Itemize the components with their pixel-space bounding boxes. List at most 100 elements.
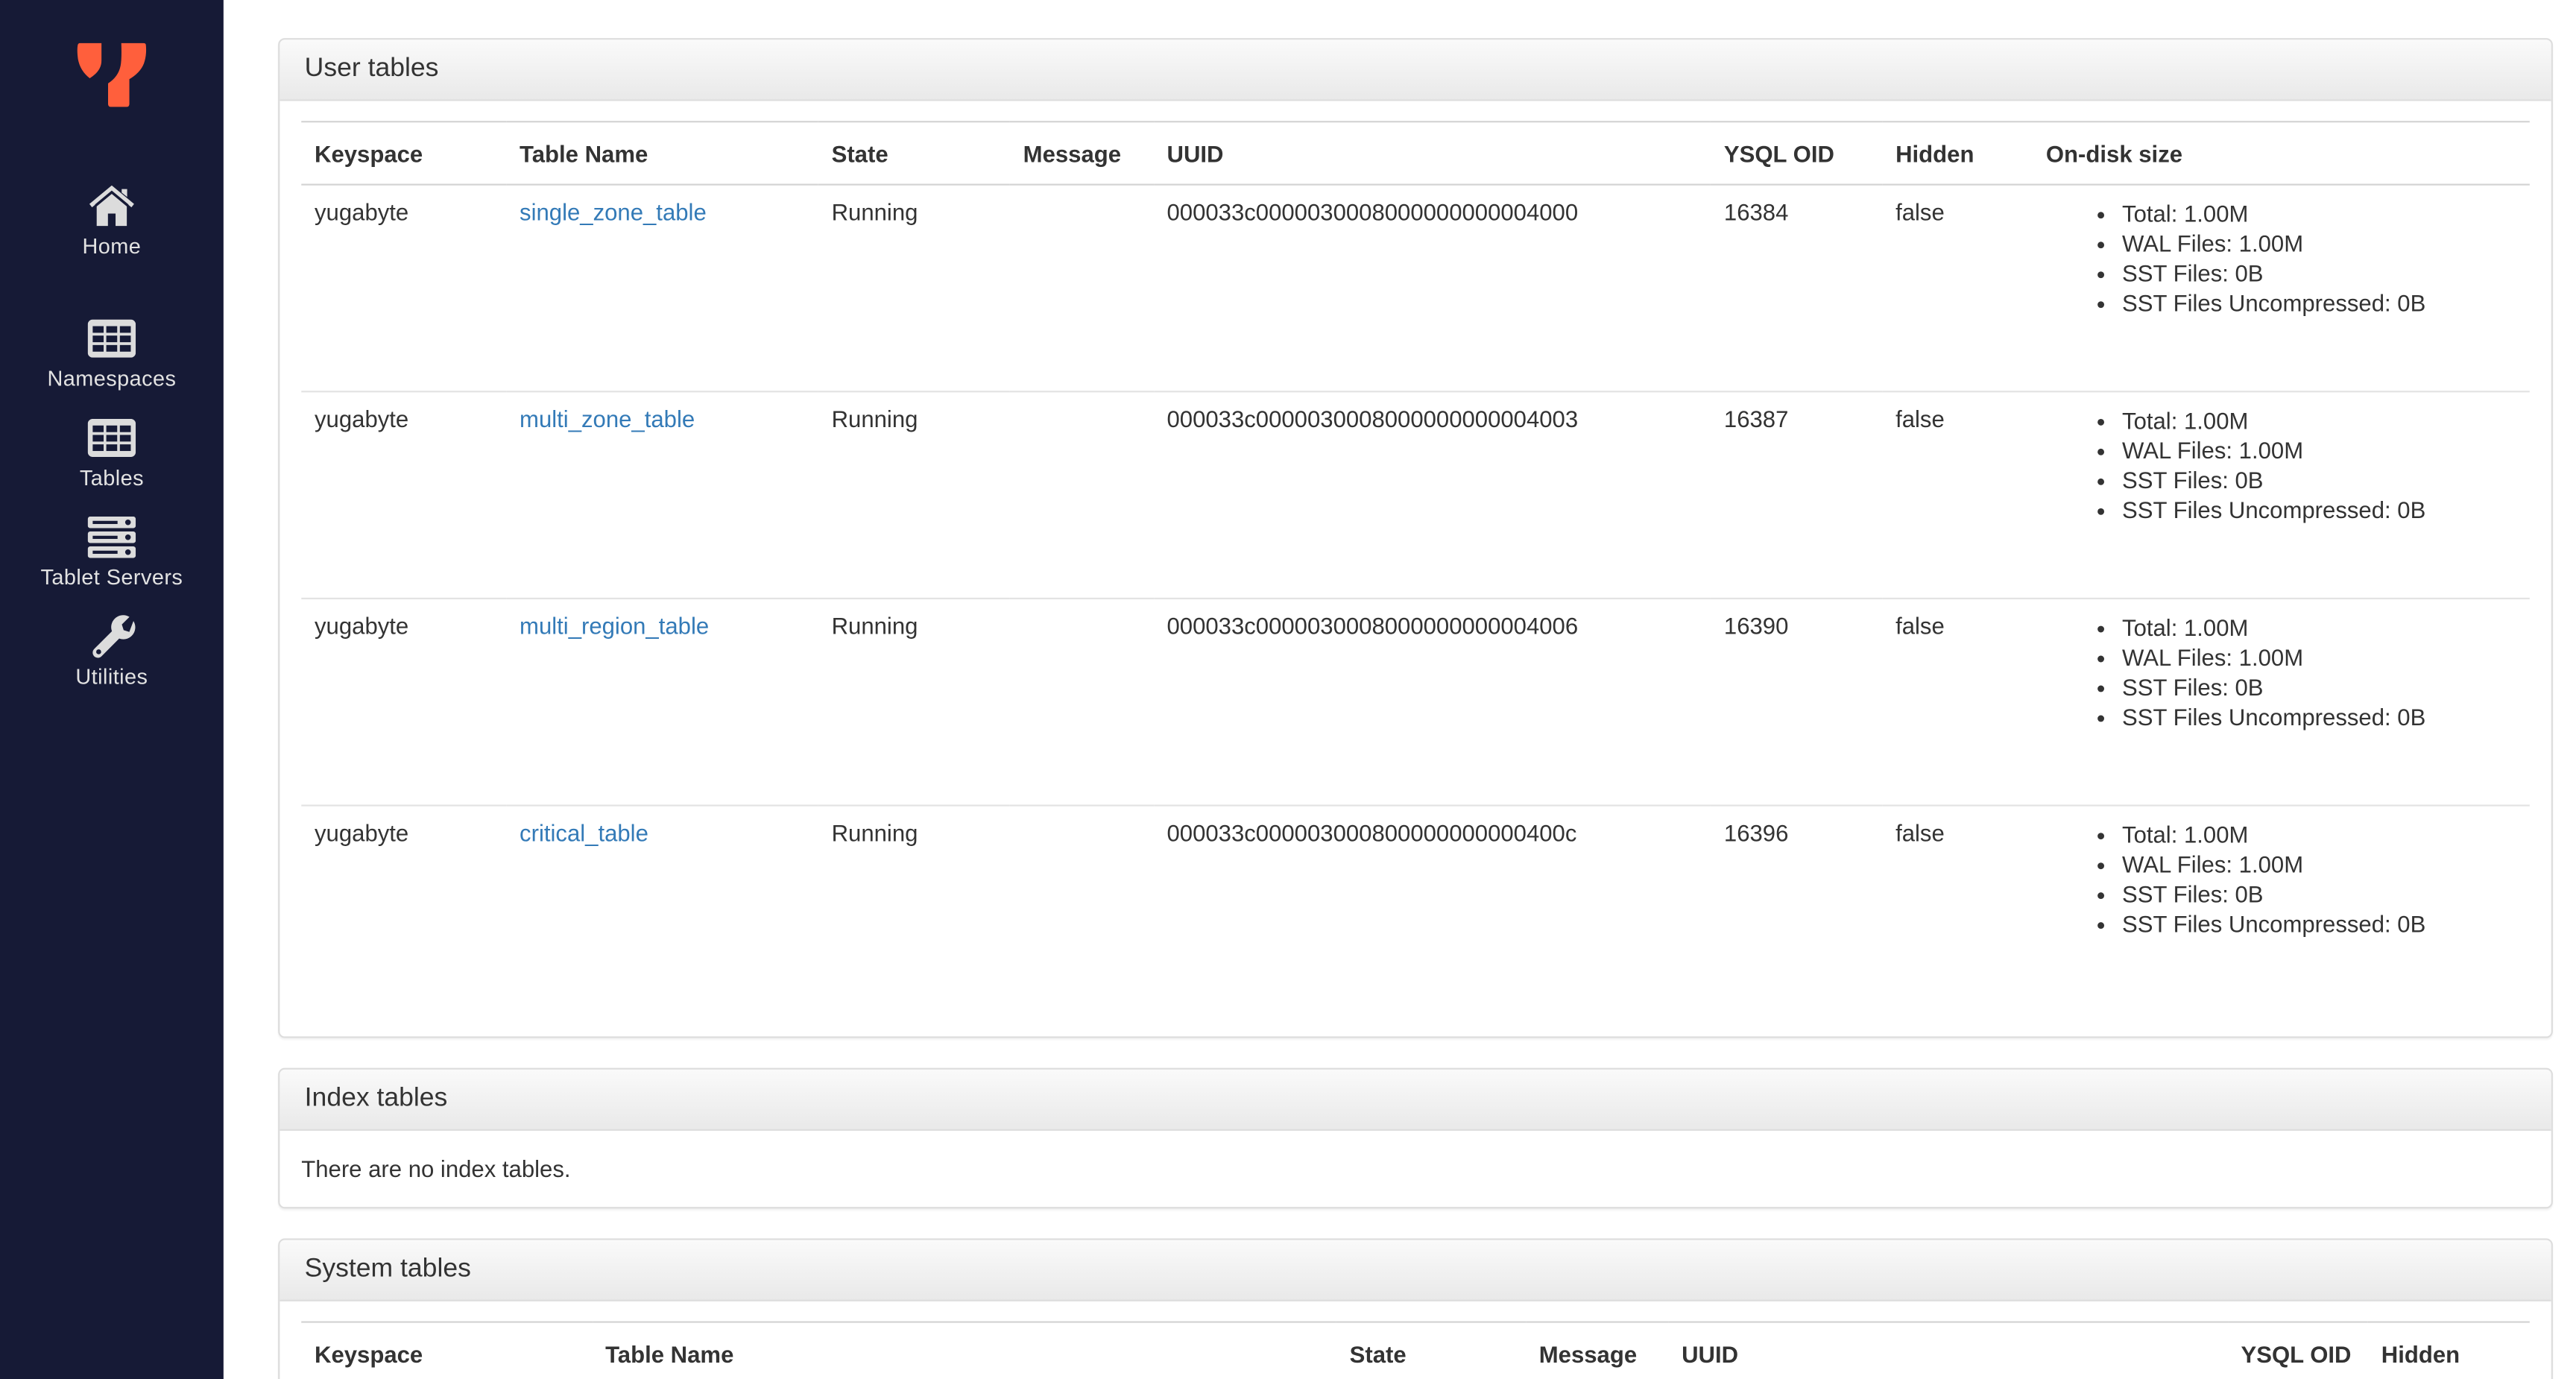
main-content: User tables Keyspace Table Name State Me… bbox=[224, 0, 2576, 1379]
disk-size-cell: Total: 1.00M WAL Files: 1.00M SST Files:… bbox=[2033, 391, 2530, 599]
message-cell bbox=[1009, 804, 1154, 1012]
column-header-message: Message bbox=[1525, 1321, 1669, 1379]
ysql-oid-cell: 16390 bbox=[1711, 597, 1883, 806]
column-header-on-disk-size: On-disk size bbox=[2033, 121, 2530, 186]
namespaces-icon bbox=[87, 316, 136, 361]
disk-size-item: SST Files: 0B bbox=[2122, 465, 2516, 495]
sidebar-item-utilities[interactable]: Utilities bbox=[0, 614, 224, 689]
uuid-cell: 000033c000003000800000000000400c bbox=[1153, 804, 1711, 1012]
keyspace-cell: yugabyte bbox=[315, 198, 409, 226]
sidebar-item-home[interactable]: Home bbox=[0, 184, 224, 258]
sidebar-item-label: Namespaces bbox=[47, 365, 177, 391]
uuid-cell: 000033c0000030008000000000004003 bbox=[1153, 391, 1711, 599]
user-tables-panel: User tables Keyspace Table Name State Me… bbox=[278, 38, 2553, 1038]
index-tables-empty-message: There are no index tables. bbox=[301, 1155, 571, 1182]
column-header-table-name: Table Name bbox=[506, 121, 818, 186]
disk-size-cell: Total: 1.00M WAL Files: 1.00M SST Files:… bbox=[2033, 804, 2530, 1012]
table-name-link[interactable]: multi_zone_table bbox=[520, 406, 695, 432]
state-cell: Running bbox=[831, 198, 918, 226]
keyspace-cell: yugabyte bbox=[301, 804, 507, 1012]
hidden-cell: false bbox=[1882, 391, 2033, 599]
column-header-hidden: Hidden bbox=[1882, 121, 2033, 186]
yugabyte-logo-icon bbox=[77, 42, 147, 107]
system-tables-panel-body: Keyspace Table Name State Message UUID Y… bbox=[280, 1301, 2551, 1379]
disk-size-item: WAL Files: 1.00M bbox=[2122, 229, 2516, 259]
user-tables-panel-body: Keyspace Table Name State Message UUID Y… bbox=[280, 101, 2551, 1036]
ysql-oid-cell: 16387 bbox=[1711, 391, 1883, 599]
disk-size-item: SST Files: 0B bbox=[2122, 258, 2516, 288]
ysql-oid-cell: 16384 bbox=[1723, 198, 1789, 226]
column-header-message: Message bbox=[1009, 121, 1154, 186]
sidebar: Home Namespaces Tables Tablet Servers Ut… bbox=[0, 0, 224, 1379]
disk-size-list: Total: 1.00M WAL Files: 1.00M SST Files:… bbox=[2046, 819, 2516, 938]
column-header-ysql-oid: YSQL OID bbox=[1711, 121, 1883, 186]
message-cell bbox=[1010, 185, 1154, 392]
system-tables-panel-title: System tables bbox=[280, 1240, 2551, 1301]
disk-size-list: Total: 1.00M WAL Files: 1.00M SST Files:… bbox=[2046, 199, 2516, 318]
column-header-keyspace: Keyspace bbox=[301, 121, 507, 186]
user-tables-panel-title: User tables bbox=[280, 40, 2551, 101]
hidden-cell: false bbox=[1882, 804, 2033, 1012]
hidden-cell: false bbox=[1882, 597, 2033, 806]
system-tables-panel: System tables Keyspace Table Name State … bbox=[278, 1238, 2553, 1379]
yugabyte-logo[interactable] bbox=[0, 0, 224, 107]
sidebar-item-tables[interactable]: Tables bbox=[0, 415, 224, 490]
table-name-link[interactable]: critical_table bbox=[520, 819, 648, 846]
hidden-cell: false bbox=[1895, 198, 1945, 226]
ysql-oid-cell: 16396 bbox=[1711, 804, 1883, 1012]
sidebar-item-namespaces[interactable]: Namespaces bbox=[0, 316, 224, 391]
disk-size-cell: Total: 1.00M WAL Files: 1.00M SST Files:… bbox=[2033, 185, 2530, 392]
disk-size-item: Total: 1.00M bbox=[2122, 819, 2516, 849]
column-header-ysql-oid: YSQL OID bbox=[2227, 1321, 2369, 1379]
utilities-icon bbox=[89, 614, 135, 659]
disk-size-item: SST Files Uncompressed: 0B bbox=[2122, 702, 2516, 732]
user-tables-header-row: Keyspace Table Name State Message UUID Y… bbox=[301, 121, 2530, 186]
column-header-state: State bbox=[818, 121, 1010, 186]
disk-size-item: Total: 1.00M bbox=[2122, 406, 2516, 435]
keyspace-cell: yugabyte bbox=[301, 597, 507, 806]
keyspace-cell: yugabyte bbox=[301, 391, 507, 599]
tables-icon bbox=[87, 415, 136, 460]
disk-size-item: Total: 1.00M bbox=[2122, 199, 2516, 229]
uuid-cell: 000033c0000030008000000000004000 bbox=[1167, 198, 1579, 226]
disk-size-list: Total: 1.00M WAL Files: 1.00M SST Files:… bbox=[2046, 406, 2516, 525]
system-tables-header-row: Keyspace Table Name State Message UUID Y… bbox=[301, 1321, 2530, 1379]
column-header-table-name: Table Name bbox=[592, 1321, 1336, 1379]
table-row: yugabyte multi_zone_table Running 000033… bbox=[301, 391, 2530, 599]
sidebar-item-label: Utilities bbox=[75, 663, 148, 689]
column-header-hidden: Hidden bbox=[2368, 1321, 2530, 1379]
table-name-link[interactable]: single_zone_table bbox=[520, 199, 707, 226]
home-icon bbox=[89, 184, 134, 229]
state-cell: Running bbox=[818, 391, 1010, 599]
disk-size-list: Total: 1.00M WAL Files: 1.00M SST Files:… bbox=[2046, 613, 2516, 732]
column-header-state: State bbox=[1336, 1321, 1526, 1379]
system-tables-table: Keyspace Table Name State Message UUID Y… bbox=[301, 1321, 2530, 1379]
index-tables-panel-title: Index tables bbox=[280, 1069, 2551, 1132]
disk-size-item: SST Files: 0B bbox=[2122, 672, 2516, 702]
state-cell: Running bbox=[818, 597, 1010, 806]
sidebar-item-label: Tablet Servers bbox=[40, 564, 183, 590]
column-header-uuid: UUID bbox=[1153, 121, 1711, 186]
disk-size-item: SST Files Uncompressed: 0B bbox=[2122, 495, 2516, 525]
disk-size-item: WAL Files: 1.00M bbox=[2122, 435, 2516, 465]
page: Home Namespaces Tables Tablet Servers Ut… bbox=[0, 0, 2576, 1379]
tablet-servers-icon bbox=[87, 515, 136, 560]
table-row: yugabyte critical_table Running 000033c0… bbox=[301, 804, 2530, 1012]
user-tables-table: Keyspace Table Name State Message UUID Y… bbox=[301, 121, 2530, 1012]
disk-size-item: SST Files Uncompressed: 0B bbox=[2122, 288, 2516, 318]
disk-size-cell: Total: 1.00M WAL Files: 1.00M SST Files:… bbox=[2033, 597, 2530, 806]
table-row: yugabyte single_zone_table Running 00003… bbox=[301, 185, 2530, 392]
disk-size-item: WAL Files: 1.00M bbox=[2122, 643, 2516, 672]
column-header-keyspace: Keyspace bbox=[301, 1321, 593, 1379]
disk-size-item: SST Files Uncompressed: 0B bbox=[2122, 909, 2516, 938]
disk-size-item: WAL Files: 1.00M bbox=[2122, 849, 2516, 879]
table-row: yugabyte multi_region_table Running 0000… bbox=[301, 597, 2530, 806]
sidebar-item-label: Tables bbox=[79, 465, 144, 490]
message-cell bbox=[1009, 597, 1154, 806]
column-header-uuid: UUID bbox=[1668, 1321, 2228, 1379]
table-name-link[interactable]: multi_region_table bbox=[520, 613, 709, 640]
state-cell: Running bbox=[818, 804, 1010, 1012]
index-tables-panel: Index tables There are no index tables. bbox=[278, 1067, 2553, 1209]
message-cell bbox=[1009, 391, 1154, 599]
sidebar-item-tablet-servers[interactable]: Tablet Servers bbox=[0, 515, 224, 590]
